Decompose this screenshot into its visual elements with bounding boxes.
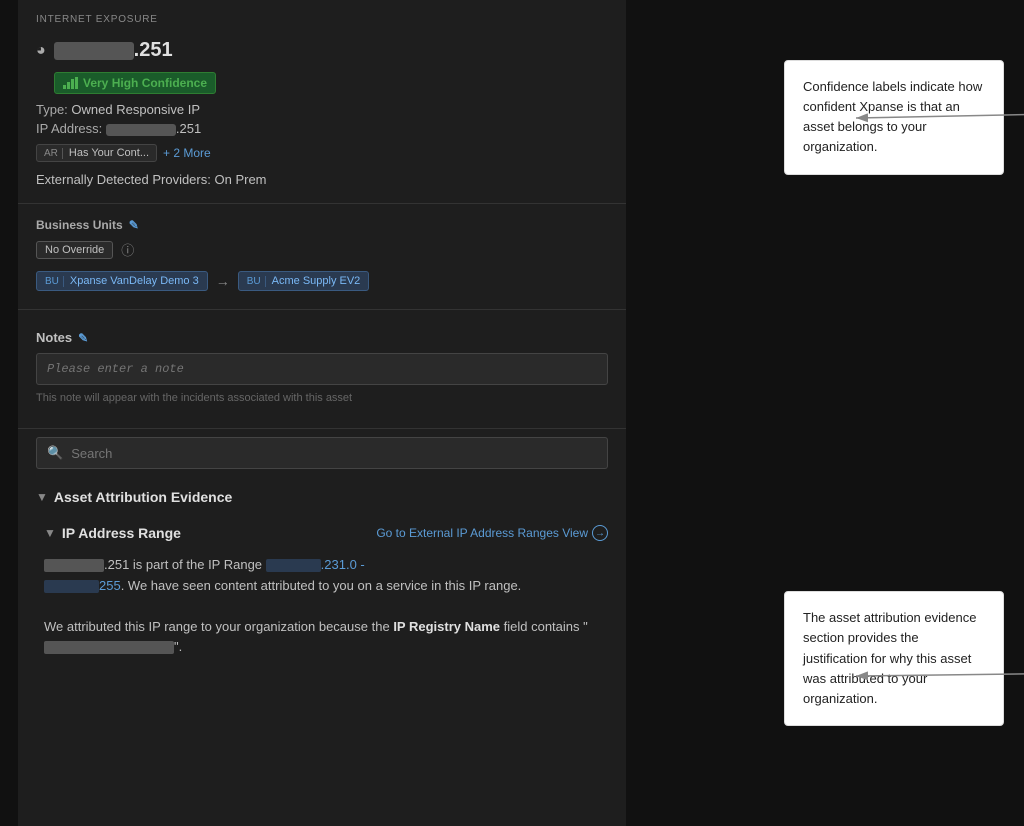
- evidence-suffix-1: .251 is part of the IP Range: [104, 557, 266, 572]
- notes-label: Notes: [36, 330, 72, 345]
- section-header: INTERNET EXPOSURE: [18, 0, 626, 33]
- evidence-bold: IP Registry Name: [393, 619, 500, 634]
- ip-label: IP Address:: [36, 121, 102, 136]
- evidence-post: . We have seen content attributed to you…: [121, 578, 522, 593]
- business-units-header: Business Units ✎: [18, 212, 626, 236]
- divider-2: [18, 309, 626, 310]
- confidence-badge: Very High Confidence: [54, 72, 216, 94]
- ip-range-header: ▼ IP Address Range Go to External IP Add…: [44, 519, 608, 547]
- evidence-blurred-2: [44, 641, 174, 654]
- tag-ar: AR Has Your Cont...: [36, 144, 157, 162]
- ip-range-section: ▼ IP Address Range Go to External IP Add…: [36, 519, 608, 670]
- type-label: Type:: [36, 102, 68, 117]
- ip-row: ◕ .251: [18, 33, 626, 66]
- ip-icon: ◕: [36, 42, 46, 60]
- evidence-range-end: 255: [99, 578, 121, 593]
- more-link[interactable]: + 2 More: [163, 146, 211, 160]
- bu-tag-1: BU Xpanse VanDelay Demo 3: [36, 271, 208, 291]
- main-panel: INTERNET EXPOSURE ◕ .251 Very High Confi…: [18, 0, 626, 826]
- providers-label: Externally Detected Providers:: [36, 172, 211, 187]
- search-input[interactable]: [71, 446, 597, 461]
- right-panel: Confidence labels indicate how confident…: [626, 0, 1024, 826]
- tooltip-attribution: The asset attribution evidence section p…: [784, 591, 1004, 726]
- evidence-range-start: .231.0 -: [321, 557, 365, 572]
- override-row: No Override ⓘ: [18, 236, 626, 267]
- ip-address-row: IP Address: .251: [18, 119, 626, 138]
- tooltip-attribution-text: The asset attribution evidence section p…: [803, 610, 976, 706]
- providers-row: Externally Detected Providers: On Prem: [18, 168, 626, 195]
- bu1-label: Xpanse VanDelay Demo 3: [70, 275, 199, 287]
- evidence-range-end-blurred: [44, 580, 99, 593]
- confidence-label: Very High Confidence: [83, 76, 207, 90]
- divider-1: [18, 203, 626, 204]
- bar-chart-icon: [63, 77, 78, 89]
- go-to-link-text: Go to External IP Address Ranges View: [376, 526, 588, 540]
- arrow-right-icon: →: [216, 273, 230, 289]
- evidence-range-blurred: [266, 559, 321, 572]
- info-icon[interactable]: ⓘ: [121, 240, 134, 259]
- tooltip-confidence: Confidence labels indicate how confident…: [784, 60, 1004, 175]
- ip-address: .251: [54, 39, 173, 62]
- evidence-text-1: .251 is part of the IP Range .231.0 - 25…: [44, 547, 608, 609]
- tooltip-confidence-text: Confidence labels indicate how confident…: [803, 79, 982, 154]
- bu2-label: Acme Supply EV2: [272, 275, 361, 287]
- left-sidebar: [0, 0, 18, 826]
- providers-value: On Prem: [214, 172, 266, 187]
- notes-hint: This note will appear with the incidents…: [36, 388, 608, 414]
- evidence-pre2: We attributed this IP range to your orga…: [44, 619, 390, 634]
- evidence-text-2: We attributed this IP range to your orga…: [44, 609, 608, 671]
- attribution-label: Asset Attribution Evidence: [54, 489, 232, 505]
- type-row: Type: Owned Responsive IP: [18, 100, 626, 119]
- attribution-section: ▼ Asset Attribution Evidence ▼ IP Addres…: [18, 477, 626, 676]
- type-value: Owned Responsive IP: [71, 102, 200, 117]
- ip-range-chevron-icon[interactable]: ▼: [44, 526, 56, 540]
- notes-edit-icon[interactable]: ✎: [78, 331, 88, 345]
- tag-row: AR Has Your Cont... + 2 More: [18, 138, 626, 168]
- divider-3: [18, 428, 626, 429]
- override-button[interactable]: No Override: [36, 241, 113, 259]
- tag-ar-prefix: AR: [44, 148, 63, 159]
- ip-address-blurred: [106, 124, 176, 136]
- ip-range-title: ▼ IP Address Range: [44, 525, 181, 541]
- bu2-prefix: BU: [247, 276, 266, 287]
- bu-chain: BU Xpanse VanDelay Demo 3 → BU Acme Supp…: [18, 267, 626, 301]
- search-bar-container: 🔍: [36, 437, 608, 469]
- search-icon: 🔍: [47, 445, 63, 461]
- evidence-mid2: field contains ": [504, 619, 588, 634]
- bu1-prefix: BU: [45, 276, 64, 287]
- bu-tag-2: BU Acme Supply EV2: [238, 271, 370, 291]
- go-to-link[interactable]: Go to External IP Address Ranges View →: [376, 525, 608, 541]
- edit-icon[interactable]: ✎: [129, 218, 139, 232]
- evidence-end2: ".: [174, 639, 182, 654]
- attribution-header: ▼ Asset Attribution Evidence: [36, 483, 608, 511]
- business-units-label: Business Units: [36, 218, 123, 232]
- notes-header: Notes ✎: [36, 330, 608, 345]
- external-link-icon: →: [592, 525, 608, 541]
- evidence-blurred-1: [44, 559, 104, 572]
- tag-ar-text: Has Your Cont...: [69, 147, 149, 159]
- attribution-chevron-icon[interactable]: ▼: [36, 490, 48, 504]
- ip-range-label: IP Address Range: [62, 525, 181, 541]
- ip-blurred: [54, 42, 134, 60]
- ip-address-suffix: .251: [176, 121, 201, 136]
- notes-section: Notes ✎ This note will appear with the i…: [18, 318, 626, 420]
- notes-input[interactable]: [36, 353, 608, 385]
